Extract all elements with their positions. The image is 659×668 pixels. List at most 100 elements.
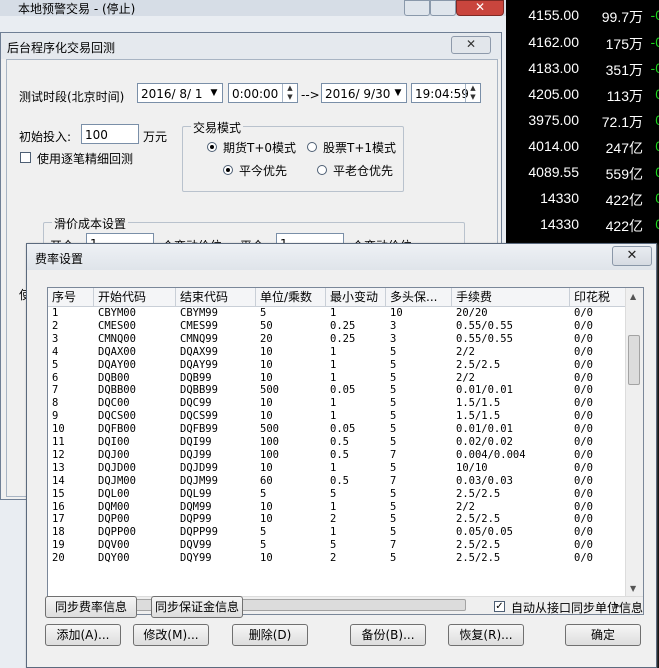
vertical-scroll-thumb[interactable]: [628, 335, 640, 385]
backup-button[interactable]: 备份(B)...: [350, 624, 426, 646]
end-time-field[interactable]: 19:04:59 ▲ ▼: [411, 83, 481, 103]
column-header[interactable]: 多头保...: [386, 288, 452, 306]
table-row[interactable]: 19 DQV00 DQV99 5 5 7 2.5/2.5 0/0: [48, 539, 626, 552]
table-row[interactable]: 9 DQCS00 DQCS99 10 1 5 1.5/1.5 0/0: [48, 410, 626, 423]
table-row[interactable]: 2 CMES00 CMES99 50 0.25 3 0.55/0.55 0/0: [48, 320, 626, 333]
table-cell: 10: [260, 358, 273, 371]
quote-change: 0: [655, 216, 659, 232]
vertical-scrollbar[interactable]: ▲ ▼: [625, 288, 643, 597]
table-cell: 14: [52, 474, 65, 487]
stock-mode-radio[interactable]: [307, 142, 317, 152]
table-row[interactable]: 8 DQC00 DQC99 10 1 5 1.5/1.5 0/0: [48, 397, 626, 410]
initial-unit: 万元: [143, 130, 168, 144]
table-cell: 0/0: [574, 513, 593, 526]
restore-button[interactable]: 恢复(R)...: [448, 624, 524, 646]
table-cell: DQAY99: [180, 358, 218, 371]
quote-row: 4183.00 351万 -0: [510, 55, 659, 81]
table-cell: 7: [390, 474, 397, 487]
table-row[interactable]: 14 DQJM00 DQJM99 60 0.5 7 0.03/0.03 0/0: [48, 475, 626, 488]
table-row[interactable]: 3 CMNQ00 CMNQ99 20 0.25 3 0.55/0.55 0/0: [48, 333, 626, 346]
table-cell: 0/0: [574, 500, 593, 513]
futures-mode-radio[interactable]: [207, 142, 217, 152]
start-time-field[interactable]: 0:00:00 ▲ ▼: [228, 83, 298, 103]
table-cell: DQCS99: [180, 410, 218, 423]
table-cell: 0.05: [330, 423, 356, 436]
tick-backtest-checkbox[interactable]: [20, 152, 31, 163]
table-row[interactable]: 10 DQFB00 DQFB99 500 0.05 5 0.01/0.01 0/0: [48, 423, 626, 436]
fee-close-button[interactable]: ✕: [612, 246, 652, 266]
table-cell: 3: [52, 332, 59, 345]
start-date-picker[interactable]: 2016/ 8/ 1 ▼: [137, 83, 223, 103]
column-header[interactable]: 单位/乘数: [256, 288, 326, 306]
table-cell: 5: [390, 371, 397, 384]
chevron-down-icon[interactable]: ▼: [390, 84, 406, 102]
column-header[interactable]: 开始代码: [94, 288, 176, 306]
table-cell: DQL00: [98, 487, 130, 500]
column-header[interactable]: 结束代码: [176, 288, 256, 306]
sync-margin-button[interactable]: 同步保证金信息: [151, 596, 243, 618]
table-cell: 0/0: [574, 332, 593, 345]
table-cell: 50: [260, 319, 273, 332]
spinner-icon[interactable]: ▲ ▼: [282, 84, 297, 102]
table-cell: 10: [260, 552, 273, 565]
table-cell: DQV00: [98, 539, 130, 552]
modify-button[interactable]: 修改(M)...: [133, 624, 209, 646]
table-row[interactable]: 1 CBYM00 CBYM99 5 1 10 20/20 0/0: [48, 307, 626, 320]
table-cell: 18: [52, 526, 65, 539]
table-row[interactable]: 13 DQJD00 DQJD99 10 1 5 10/10 0/0: [48, 462, 626, 475]
table-cell: DQAX00: [98, 345, 136, 358]
table-row[interactable]: 20 DQY00 DQY99 10 2 5 2.5/2.5 0/0: [48, 552, 626, 565]
table-row[interactable]: 17 DQP00 DQP99 10 2 5 2.5/2.5 0/0: [48, 513, 626, 526]
table-cell: 2/2: [456, 500, 475, 513]
auto-sync-checkbox[interactable]: ✓: [494, 601, 505, 612]
close-today-radio[interactable]: [223, 165, 233, 175]
chevron-down-icon[interactable]: ▼: [206, 84, 222, 102]
main-close-button[interactable]: ✕: [456, 0, 504, 16]
backtest-close-button[interactable]: ✕: [451, 36, 491, 54]
column-header[interactable]: 手续费: [452, 288, 570, 306]
table-cell: 10: [52, 423, 65, 436]
close-old-radio[interactable]: [317, 165, 327, 175]
scroll-up-icon[interactable]: ▲: [630, 292, 636, 301]
spinner-icon[interactable]: ▲ ▼: [465, 84, 480, 102]
table-row[interactable]: 16 DQM00 DQM99 10 1 5 2/2 0/0: [48, 501, 626, 514]
column-header[interactable]: 印花税: [570, 288, 626, 306]
scroll-down-icon[interactable]: ▼: [630, 584, 636, 593]
table-header: 序号 开始代码 结束代码 单位/乘数 最小变动 多头保... 手续费 印花税: [48, 288, 626, 307]
table-cell: 1: [330, 358, 337, 371]
end-date-picker[interactable]: 2016/ 9/30 ▼: [321, 83, 407, 103]
table-cell: 5: [260, 526, 267, 539]
maximize-button[interactable]: [430, 0, 456, 16]
table-row[interactable]: 15 DQL00 DQL99 5 5 5 2.5/2.5 0/0: [48, 488, 626, 501]
table-row[interactable]: 4 DQAX00 DQAX99 10 1 5 2/2 0/0: [48, 346, 626, 359]
table-cell: 1: [330, 526, 337, 539]
table-cell: 10/10: [456, 461, 488, 474]
start-time-value: 0:00:00: [232, 87, 279, 101]
table-row[interactable]: 12 DQJ00 DQJ99 100 0.5 7 0.004/0.004 0/0: [48, 449, 626, 462]
add-button[interactable]: 添加(A)...: [45, 624, 121, 646]
sync-fee-button[interactable]: 同步费率信息: [45, 596, 137, 618]
table-cell: 500: [260, 423, 279, 436]
initial-input[interactable]: 100: [81, 124, 139, 144]
column-header[interactable]: 序号: [48, 288, 94, 306]
column-header[interactable]: 最小变动: [326, 288, 386, 306]
table-row[interactable]: 18 DQPP00 DQPP99 5 1 5 0.05/0.05 0/0: [48, 526, 626, 539]
table-row[interactable]: 5 DQAY00 DQAY99 10 1 5 2.5/2.5 0/0: [48, 359, 626, 372]
table-cell: 1: [330, 307, 337, 319]
table-cell: 0.01/0.01: [456, 423, 513, 436]
ok-button[interactable]: 确定: [565, 624, 641, 646]
table-cell: 5: [390, 423, 397, 436]
quote-volume: 175万: [605, 36, 643, 52]
quote-price: 4183.00: [528, 60, 579, 76]
fee-table[interactable]: 序号 开始代码 结束代码 单位/乘数 最小变动 多头保... 手续费 印花税 1 CBYM00 C…: [47, 287, 644, 615]
table-cell: 5: [390, 436, 397, 448]
minimize-button[interactable]: [404, 0, 430, 16]
table-row[interactable]: 11 DQI00 DQI99 100 0.5 5 0.02/0.02 0/0: [48, 436, 626, 449]
table-row[interactable]: 7 DQBB00 DQBB99 500 0.05 5 0.01/0.01 0/0: [48, 384, 626, 397]
table-cell: 0.5: [330, 436, 349, 448]
table-row[interactable]: 6 DQB00 DQB99 10 1 5 2/2 0/0: [48, 372, 626, 385]
table-cell: DQPP99: [180, 526, 218, 539]
table-cell: 10: [260, 397, 273, 410]
delete-button[interactable]: 删除(D): [232, 624, 308, 646]
quote-change: -0: [650, 60, 659, 76]
